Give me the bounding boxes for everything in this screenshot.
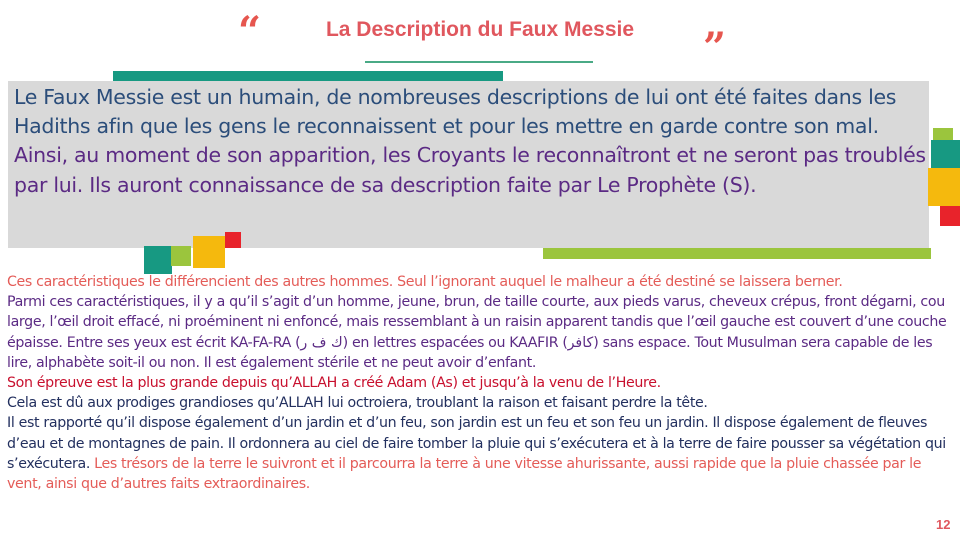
- teal-square-decoration: [144, 246, 172, 274]
- arabic-kafara: ك ف ر: [300, 334, 343, 351]
- body-paragraph-1: Ces caractéristiques le différencient de…: [7, 274, 843, 290]
- body-paragraph-2: Parmi ces caractéristiques, il y a qu’il…: [7, 292, 957, 373]
- body-paragraph-4: Cela est dû aux prodiges grandioses qu’A…: [7, 395, 708, 412]
- close-quote-mark: ”: [703, 24, 727, 71]
- body-paragraph-2-part-b: ) en lettres espacées ou KAAFIR (: [342, 334, 568, 351]
- slide-title: La Description du Faux Messie: [325, 18, 635, 41]
- teal-square-decoration-right: [931, 140, 960, 168]
- body-paragraph-5-red: Les trésors de la terre le suivront et i…: [7, 455, 922, 493]
- title-underline: [365, 61, 593, 63]
- page-number: 12: [936, 517, 951, 532]
- body-paragraph-3: Son épreuve est la plus grande depuis qu…: [7, 375, 661, 392]
- intro-text: Le Faux Messie est un humain, de nombreu…: [14, 83, 929, 200]
- green-square-decoration-right: [933, 128, 953, 140]
- orange-square-decoration-right: [928, 168, 960, 206]
- red-square-decoration: [225, 232, 241, 248]
- orange-square-decoration: [193, 236, 225, 268]
- intro-paragraph-2: Ainsi, au moment de son apparition, les …: [14, 143, 926, 197]
- intro-paragraph-1: Le Faux Messie est un humain, de nombreu…: [14, 85, 897, 139]
- green-square-decoration: [171, 246, 191, 266]
- body-paragraph-5: Il est rapporté qu’il dispose également …: [7, 413, 957, 494]
- arabic-kaafir: كافر: [567, 334, 594, 351]
- body-text: Ces caractéristiques le différencient de…: [7, 272, 957, 494]
- red-square-decoration-right: [940, 206, 960, 226]
- green-accent-bar: [543, 248, 931, 259]
